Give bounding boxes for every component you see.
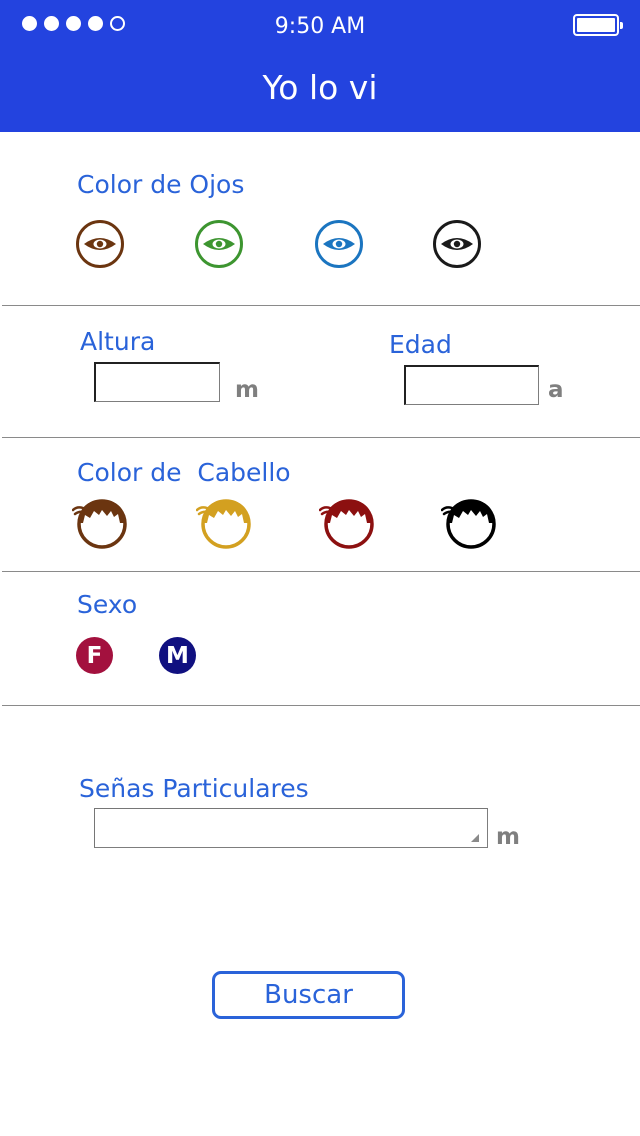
resize-grip-icon[interactable] [471,834,479,842]
eye-color-brown-button[interactable] [76,220,124,268]
sex-label: Sexo [77,590,138,619]
sex-male-button[interactable]: M [159,637,196,674]
eye-icon [441,238,473,250]
eye-icon [203,238,235,250]
height-unit: m [235,377,259,403]
eye-color-black-button[interactable] [433,220,481,268]
hair-color-red-button[interactable] [318,496,379,552]
hair-icon [71,499,127,549]
eye-icon [323,238,355,250]
battery-icon [573,14,623,36]
hair-color-black-button[interactable] [440,496,501,552]
status-time: 9:50 AM [274,14,366,39]
eye-color-blue-button[interactable] [315,220,363,268]
hair-color-label: Color de Cabello [77,458,291,487]
height-label: Altura [80,327,156,356]
age-unit: a [548,377,564,403]
search-button[interactable]: Buscar [212,971,405,1019]
app-header: 9:50 AM Yo lo vi [0,0,640,132]
section-divider [2,571,640,572]
age-label: Edad [389,330,452,359]
distinguishing-marks-input[interactable] [94,808,488,848]
section-divider [2,305,640,306]
hair-icon [440,499,496,549]
distinguishing-marks-unit: m [496,824,520,850]
section-divider [2,437,640,438]
eye-icon [84,238,116,250]
age-input[interactable] [404,365,539,405]
hair-icon [318,499,374,549]
hair-icon [195,499,251,549]
sex-female-button[interactable]: F [76,637,113,674]
distinguishing-marks-label: Señas Particulares [79,774,309,803]
hair-color-blonde-button[interactable] [195,496,256,552]
hair-color-brown-button[interactable] [71,496,132,552]
section-divider [2,705,640,706]
eye-color-label: Color de Ojos [77,170,245,199]
eye-color-green-button[interactable] [195,220,243,268]
height-input[interactable] [94,362,220,402]
page-title: Yo lo vi [262,68,378,107]
